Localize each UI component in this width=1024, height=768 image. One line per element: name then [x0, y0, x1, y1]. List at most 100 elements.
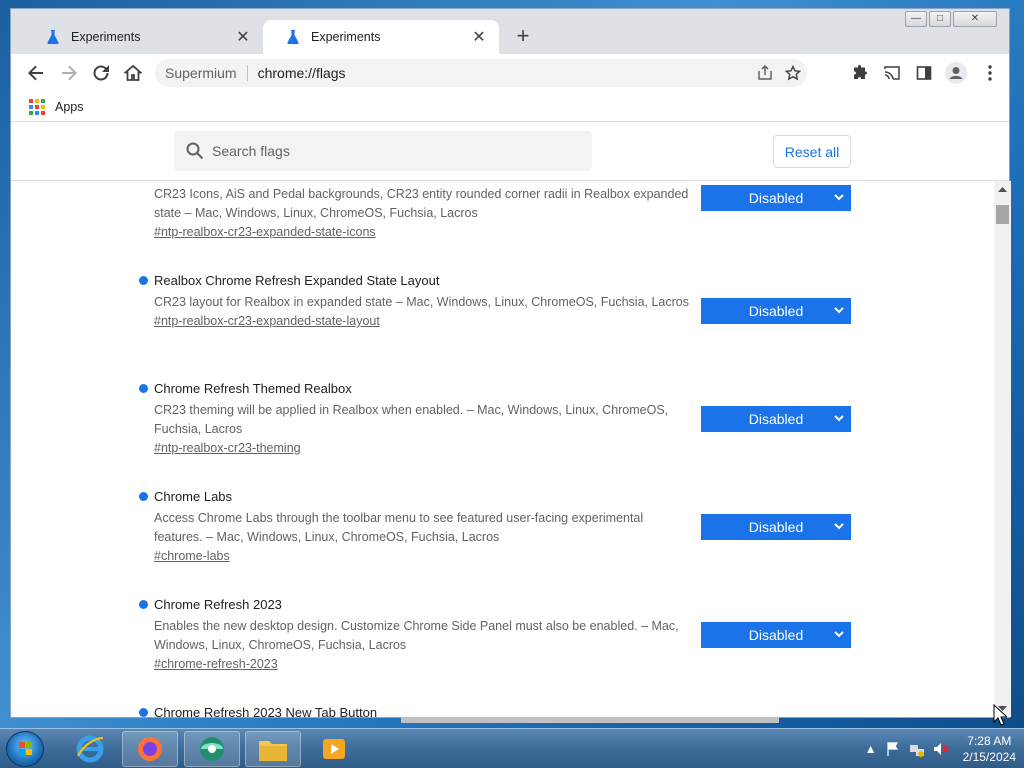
reload-icon [93, 65, 109, 81]
chevron-down-icon [834, 307, 844, 314]
flag-state-value: Disabled [748, 519, 804, 535]
taskbar-firefox[interactable] [122, 731, 178, 767]
address-bar[interactable]: Supermium chrome://flags [155, 59, 807, 87]
close-tab-icon[interactable]: ✕ [471, 27, 487, 47]
flag-name: Chrome Refresh 2023 [139, 595, 851, 613]
browser-toolbar: Supermium chrome://flags [11, 54, 1009, 92]
extensions-button[interactable] [847, 60, 873, 86]
chevron-down-icon [834, 194, 844, 201]
flag-state-value: Disabled [748, 303, 804, 319]
flask-icon [287, 30, 299, 44]
tab-strip: Experiments ✕ Experiments ✕ + — □ ✕ [11, 9, 1009, 54]
site-chip[interactable]: Supermium [165, 65, 248, 81]
forward-arrow-icon [62, 65, 77, 81]
flag-state-select[interactable]: Disabled [701, 406, 851, 432]
flag-modified-dot [139, 599, 148, 609]
flag-name: Chrome Refresh 2023 New Tab Button [139, 703, 851, 717]
chevron-down-icon [834, 523, 844, 530]
flag-modified-dot [139, 383, 148, 393]
flag-modified-dot [139, 275, 148, 285]
clock[interactable]: 7:28 AM 2/15/2024 [963, 733, 1016, 765]
chevron-down-icon [834, 415, 844, 422]
flag-name: Realbox Chrome Refresh Expanded State La… [139, 271, 851, 289]
flag-name-text: Chrome Refresh 2023 [154, 596, 282, 612]
url-text[interactable]: chrome://flags [258, 65, 751, 81]
flag-state-select[interactable]: Disabled [701, 622, 851, 648]
windows-logo-icon [19, 742, 32, 755]
taskbar: ▲ 7:28 AM 2/15/2024 [0, 728, 1024, 768]
forward-button[interactable] [56, 60, 82, 86]
flag-name: Chrome Labs [139, 487, 851, 505]
firefox-icon [138, 737, 162, 761]
flag-item: Chrome Refresh 2023 New Tab Button [139, 703, 851, 717]
search-flags-input[interactable] [212, 143, 572, 159]
back-arrow-icon [28, 65, 43, 81]
flag-name: Chrome Refresh Themed Realbox [139, 379, 851, 397]
search-flags-box[interactable] [174, 131, 592, 171]
flags-list: CR23 Icons, AiS and Pedal backgrounds, C… [11, 181, 993, 717]
close-tab-icon[interactable]: ✕ [235, 27, 251, 47]
vertical-scrollbar[interactable] [994, 181, 1011, 717]
reload-button[interactable] [88, 60, 114, 86]
profile-button[interactable] [943, 60, 969, 86]
taskbar-explorer[interactable] [245, 731, 301, 767]
start-button[interactable] [6, 731, 44, 767]
back-button[interactable] [23, 60, 49, 86]
flag-link[interactable]: #ntp-realbox-cr23-expanded-state-layout [154, 314, 380, 328]
minimize-button[interactable]: — [905, 11, 927, 27]
scrollbar-thumb[interactable] [996, 205, 1009, 224]
bookmark-star-icon[interactable] [779, 65, 807, 81]
taskbar-supermium[interactable] [184, 731, 240, 767]
flag-link[interactable]: #ntp-realbox-cr23-expanded-state-icons [154, 225, 376, 239]
maximize-button[interactable]: □ [929, 11, 951, 27]
flag-state-select[interactable]: Disabled [701, 185, 851, 211]
scroll-up-icon[interactable] [997, 184, 1008, 195]
flag-state-value: Disabled [748, 411, 804, 427]
apps-grid-icon[interactable] [29, 98, 45, 115]
internet-explorer-icon [76, 735, 104, 763]
flag-modified-dot [139, 491, 148, 501]
supermium-icon [200, 737, 224, 761]
flag-state-select[interactable]: Disabled [701, 298, 851, 324]
menu-button[interactable] [977, 60, 1003, 86]
flag-item: Chrome Refresh Themed Realbox CR23 themi… [139, 379, 851, 457]
flag-name-text: Chrome Refresh Themed Realbox [154, 380, 352, 396]
flag-item: CR23 Icons, AiS and Pedal backgrounds, C… [139, 185, 851, 241]
folder-icon [259, 741, 287, 761]
flag-item: Chrome Refresh 2023 Enables the new desk… [139, 595, 851, 673]
flag-link[interactable]: #chrome-refresh-2023 [154, 657, 278, 671]
reset-all-button[interactable]: Reset all [773, 135, 851, 168]
close-window-button[interactable]: ✕ [953, 11, 997, 27]
side-panel-button[interactable] [911, 60, 937, 86]
flag-description: CR23 Icons, AiS and Pedal backgrounds, C… [154, 187, 689, 220]
home-button[interactable] [120, 60, 146, 86]
flag-link[interactable]: #chrome-labs [154, 549, 230, 563]
flag-name-text: Chrome Refresh 2023 New Tab Button [154, 704, 378, 718]
flag-modified-dot [139, 707, 148, 717]
cast-button[interactable] [879, 60, 905, 86]
puzzle-icon [854, 65, 868, 79]
share-icon[interactable] [751, 65, 779, 81]
taskbar-ie[interactable] [62, 731, 118, 767]
cast-icon [884, 66, 900, 80]
flask-icon [47, 30, 59, 44]
system-tray: ▲ 7:28 AM 2/15/2024 [865, 729, 1016, 768]
flag-description: CR23 theming will be applied in Realbox … [154, 403, 669, 436]
apps-bookmark[interactable]: Apps [55, 100, 84, 114]
tab-experiments-2[interactable]: Experiments ✕ [263, 20, 499, 54]
flag-name-text: Chrome Labs [154, 488, 233, 504]
taskbar-media-player[interactable] [306, 731, 362, 767]
tab-title: Experiments [71, 30, 141, 44]
horizontal-scrollbar[interactable] [401, 717, 779, 723]
flag-state-select[interactable]: Disabled [701, 514, 851, 540]
flag-state-value: Disabled [748, 190, 804, 206]
show-hidden-icons-icon[interactable]: ▲ [865, 742, 877, 756]
home-icon [124, 64, 142, 81]
action-center-flag-icon[interactable] [885, 741, 901, 757]
volume-muted-icon[interactable] [933, 741, 949, 757]
tab-experiments-1[interactable]: Experiments ✕ [23, 20, 263, 54]
new-tab-button[interactable]: + [511, 25, 535, 49]
flag-link[interactable]: #ntp-realbox-cr23-theming [154, 441, 301, 455]
network-icon[interactable] [909, 741, 925, 757]
flag-description: CR23 layout for Realbox in expanded stat… [154, 295, 689, 309]
